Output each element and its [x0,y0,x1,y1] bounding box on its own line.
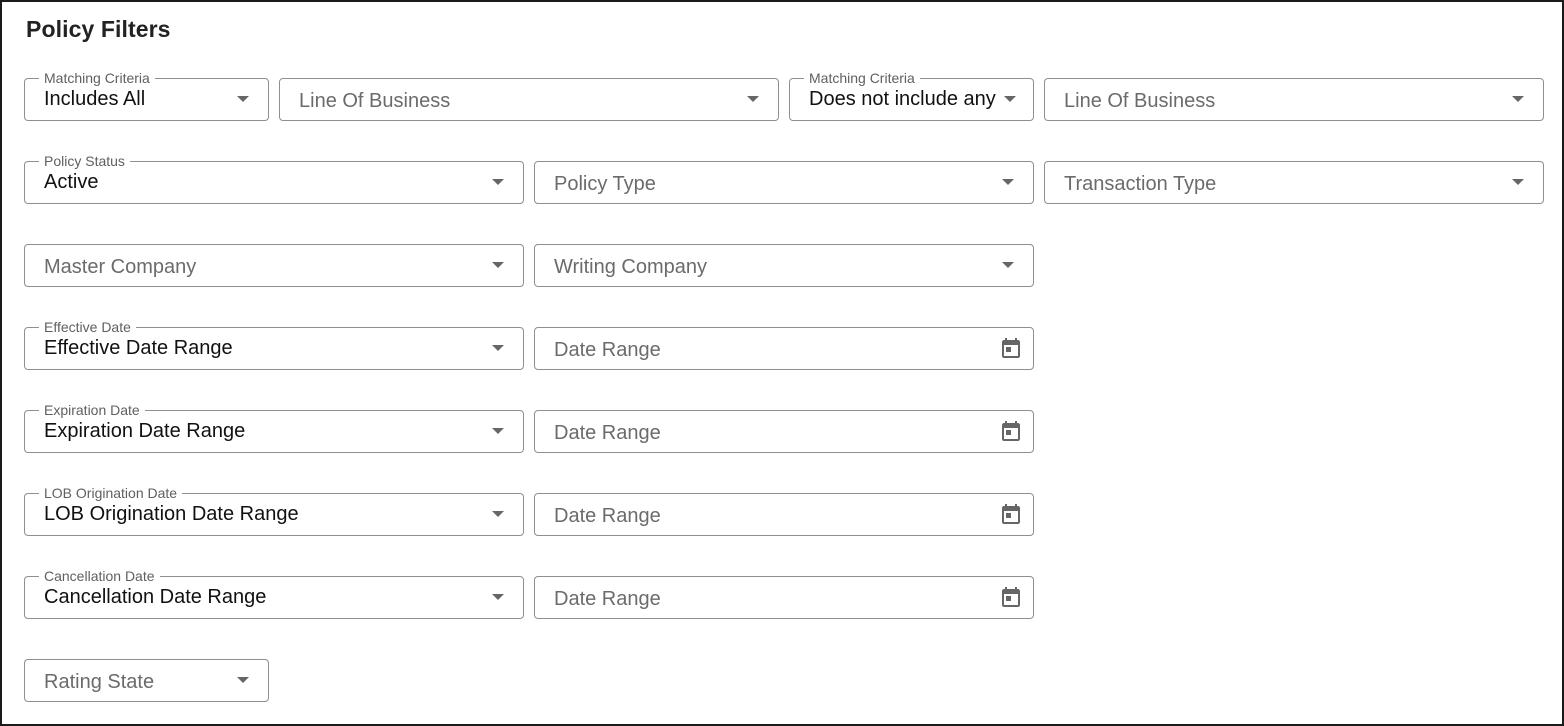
field-value: Does not include any [809,88,996,110]
chevron-down-icon [492,262,504,268]
field-placeholder: Line Of Business [299,90,451,112]
field-value: Includes All [44,88,146,110]
chevron-down-icon [492,594,504,600]
chevron-down-icon [1004,96,1016,102]
chevron-down-icon [492,511,504,517]
calendar-icon[interactable] [999,419,1023,443]
field-placeholder: Line Of Business [1064,90,1216,112]
chevron-down-icon [492,179,504,185]
field-placeholder: Writing Company [554,256,708,278]
policy-status-select[interactable]: Policy Status Active [24,152,524,204]
matching-criteria-select-1[interactable]: Matching Criteria Includes All [24,69,269,121]
expiration-date-range-input[interactable]: Date Range [534,410,1034,453]
cancellation-date-select[interactable]: Cancellation Date Cancellation Date Rang… [24,567,524,619]
cancellation-date-range-input[interactable]: Date Range [534,576,1034,619]
effective-date-range-input[interactable]: Date Range [534,327,1034,370]
field-placeholder: Date Range [554,505,661,527]
chevron-down-icon [1512,179,1524,185]
field-value: Cancellation Date Range [44,586,267,608]
writing-company-select[interactable]: Writing Company [534,244,1034,287]
field-value: LOB Origination Date Range [44,503,299,525]
chevron-down-icon [237,677,249,683]
effective-date-select[interactable]: Effective Date Effective Date Range [24,318,524,370]
rating-state-select[interactable]: Rating State [24,659,269,702]
field-value: Expiration Date Range [44,420,246,442]
lob-origination-date-select[interactable]: LOB Origination Date LOB Origination Dat… [24,484,524,536]
chevron-down-icon [492,428,504,434]
page-title: Policy Filters [26,16,171,42]
chevron-down-icon [492,345,504,351]
chevron-down-icon [747,96,759,102]
chevron-down-icon [237,96,249,102]
master-company-select[interactable]: Master Company [24,244,524,287]
field-placeholder: Date Range [554,422,661,444]
field-placeholder: Rating State [44,671,155,693]
transaction-type-select[interactable]: Transaction Type [1044,161,1544,204]
policy-type-select[interactable]: Policy Type [534,161,1034,204]
field-placeholder: Master Company [44,256,197,278]
chevron-down-icon [1512,96,1524,102]
field-placeholder: Date Range [554,339,661,361]
calendar-icon[interactable] [999,585,1023,609]
policy-filters-panel: Policy Filters Matching Criteria Include… [0,0,1564,726]
line-of-business-select-1[interactable]: Line Of Business [279,78,779,121]
calendar-icon[interactable] [999,502,1023,526]
field-placeholder: Date Range [554,588,661,610]
line-of-business-select-2[interactable]: Line Of Business [1044,78,1544,121]
lob-origination-date-range-input[interactable]: Date Range [534,493,1034,536]
chevron-down-icon [1002,262,1014,268]
calendar-icon[interactable] [999,336,1023,360]
field-value: Active [44,171,99,193]
matching-criteria-select-2[interactable]: Matching Criteria Does not include any [789,69,1034,121]
field-placeholder: Policy Type [554,173,656,195]
field-placeholder: Transaction Type [1064,173,1217,195]
expiration-date-select[interactable]: Expiration Date Expiration Date Range [24,401,524,453]
chevron-down-icon [1002,179,1014,185]
field-value: Effective Date Range [44,337,233,359]
